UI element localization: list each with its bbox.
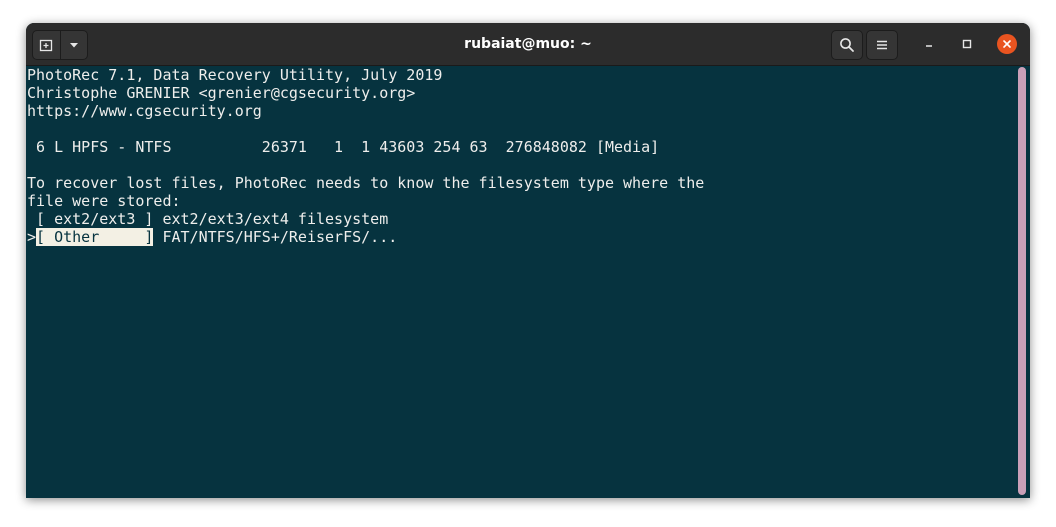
search-button[interactable] <box>831 30 863 60</box>
option-label: [ ext2/ext3 ] <box>36 210 154 228</box>
header-line-url: https://www.cgsecurity.org <box>27 102 262 120</box>
option-prefix <box>27 210 36 228</box>
close-button-circle <box>997 34 1017 54</box>
menu-button[interactable] <box>866 30 898 60</box>
prompt-line-1: To recover lost files, PhotoRec needs to… <box>27 174 705 192</box>
selection-cursor: > <box>27 228 37 246</box>
scrollbar[interactable] <box>1018 67 1026 495</box>
search-icon <box>840 38 854 52</box>
minimize-icon <box>926 45 932 47</box>
maximize-button[interactable] <box>955 32 979 56</box>
option-description: ext2/ext3/ext4 filesystem <box>153 210 389 228</box>
option-other[interactable]: >[ Other ] FAT/NTFS/HFS+/ReiserFS/... <box>27 228 397 246</box>
title-bar: rubaiat@muo: ~ <box>26 23 1030 66</box>
header-line-program: PhotoRec 7.1, Data Recovery Utility, Jul… <box>27 66 443 84</box>
minimize-button[interactable] <box>917 32 941 56</box>
close-icon <box>1003 40 1011 48</box>
hamburger-menu-icon <box>877 40 887 50</box>
maximize-icon <box>962 39 972 49</box>
option-label-selected: [ Other ] <box>36 228 154 246</box>
close-button[interactable] <box>995 32 1019 56</box>
terminal-window: rubaiat@muo: ~ PhotoRec 7.1, Data Recove… <box>26 23 1030 498</box>
scrollbar-thumb[interactable] <box>1018 67 1026 495</box>
header-line-author: Christophe GRENIER <grenier@cgsecurity.o… <box>27 84 416 102</box>
prompt-line-2: file were stored: <box>27 192 181 210</box>
option-description: FAT/NTFS/HFS+/ReiserFS/... <box>153 228 398 246</box>
terminal-output[interactable]: PhotoRec 7.1, Data Recovery Utility, Jul… <box>26 66 1016 498</box>
partition-info-line: 6 L HPFS - NTFS 26371 1 1 43603 254 63 2… <box>27 138 660 156</box>
option-ext2-ext3[interactable]: [ ext2/ext3 ] ext2/ext3/ext4 filesystem <box>27 210 388 228</box>
